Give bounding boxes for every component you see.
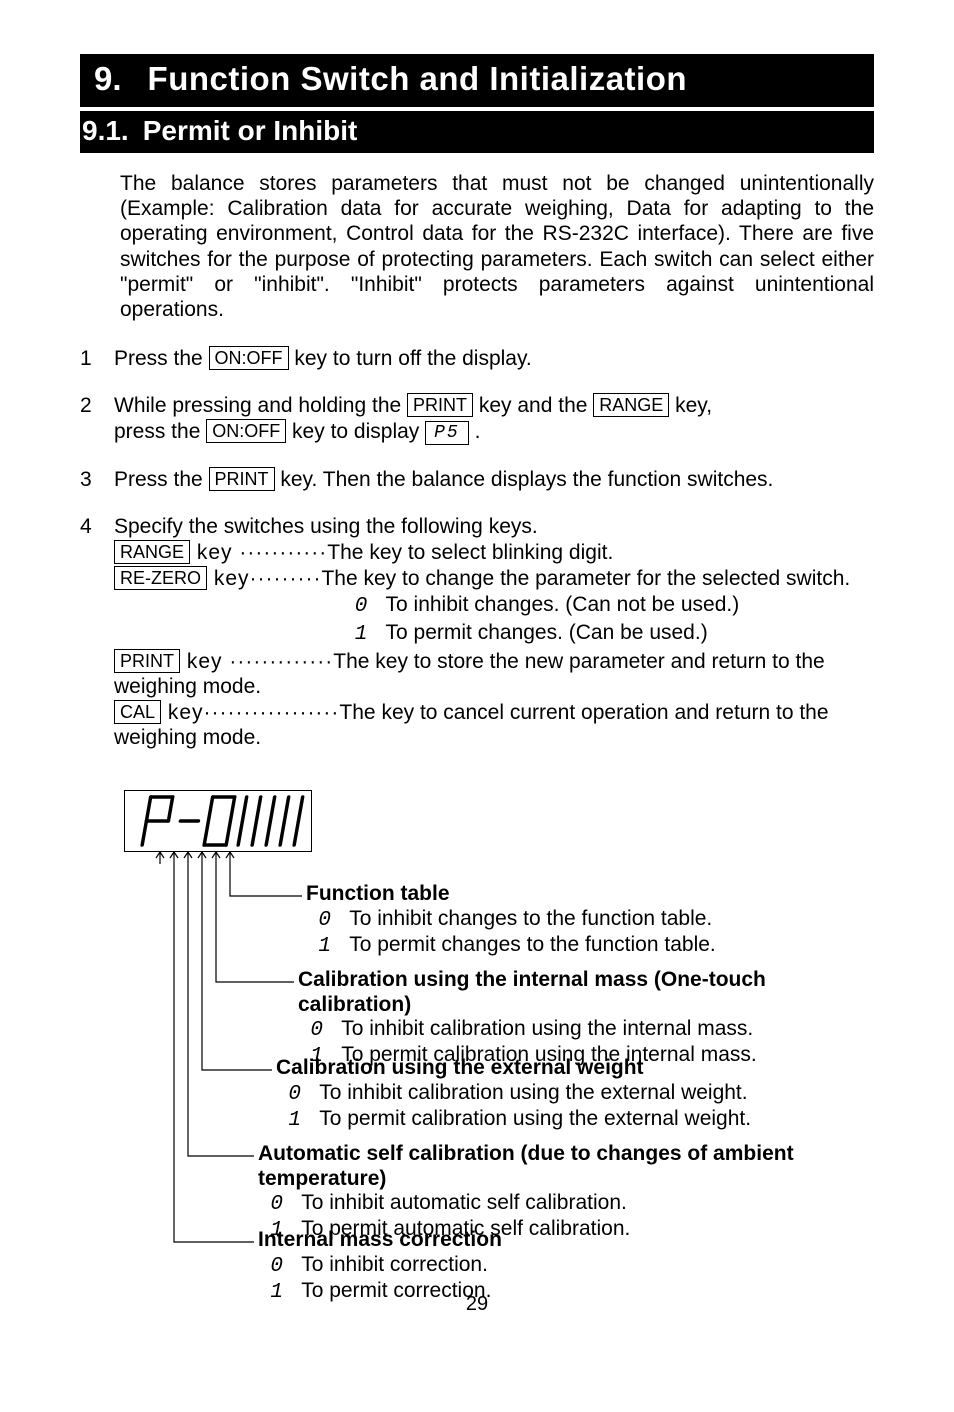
seg-zero: 0: [288, 1083, 302, 1107]
dots: key ···········: [190, 541, 327, 564]
step-number: 1: [80, 346, 94, 371]
seg-zero: 0: [318, 909, 332, 933]
seg-one: 1: [288, 1109, 302, 1133]
dots: key·················: [161, 701, 339, 724]
seg-zero: 0: [310, 1019, 324, 1043]
chapter-number: 9.: [94, 62, 122, 95]
tree-title: Function table: [306, 882, 716, 906]
tree-text: To permit calibration using the external…: [319, 1107, 751, 1130]
switch-tree: Function table 0 To inhibit changes to t…: [124, 852, 874, 1412]
seg-zero: 0: [270, 1193, 284, 1217]
section-title: Permit or Inhibit: [143, 117, 358, 145]
step-number: 3: [80, 467, 94, 492]
step-3: 3 Press the PRINT key. Then the balance …: [80, 467, 874, 492]
step-text: .: [469, 420, 481, 443]
tree-text: To inhibit calibration using the interna…: [341, 1017, 753, 1040]
tree-text: To inhibit changes to the function table…: [349, 907, 712, 930]
dots: key·········: [207, 567, 321, 590]
spec-text: The key to change the parameter for the …: [321, 567, 850, 590]
step-text: Specify the switches using the following…: [114, 514, 874, 539]
key-cal: CAL: [114, 700, 161, 724]
key-range: RANGE: [593, 393, 669, 417]
seg-one: 1: [318, 935, 332, 959]
step-text: press the: [114, 420, 206, 443]
tree-external-weight-cal: Calibration using the external weight 0 …: [276, 1056, 751, 1132]
seg-zero: 0: [354, 594, 368, 619]
key-range: RANGE: [114, 540, 190, 564]
seven-segment-display: [135, 795, 315, 851]
tree-title: Automatic self calibration (due to chang…: [258, 1142, 874, 1190]
section-number: 9.1.: [82, 117, 129, 145]
key-onoff: ON:OFF: [209, 346, 289, 370]
step-number: 2: [80, 393, 94, 418]
key-rezero: RE-ZERO: [114, 566, 207, 590]
chapter-title: Function Switch and Initialization: [148, 62, 688, 95]
tree-title: Internal mass correction: [258, 1228, 502, 1252]
step-1: 1 Press the ON:OFF key to turn off the d…: [80, 346, 874, 371]
tree-text: To permit changes to the function table.: [349, 933, 716, 956]
step-list: 1 Press the ON:OFF key to turn off the d…: [80, 346, 874, 750]
step-text: key to turn off the display.: [289, 347, 532, 370]
spec-text: To inhibit changes. (Can not be used.): [386, 593, 740, 616]
seg-one: 1: [354, 622, 368, 647]
seg-zero: 0: [270, 1255, 284, 1279]
step-text: key,: [669, 394, 712, 417]
tree-internal-mass-cal: Calibration using the internal mass (One…: [298, 968, 874, 1069]
display-panel: [124, 790, 312, 852]
key-print: PRINT: [407, 393, 473, 417]
dots: key ·············: [180, 650, 333, 673]
key-onoff: ON:OFF: [206, 419, 286, 443]
step-4: 4 Specify the switches using the followi…: [80, 514, 874, 751]
step-number: 4: [80, 514, 94, 539]
tree-title: Calibration using the internal mass (One…: [298, 968, 874, 1016]
spec-text: The key to select blinking digit.: [327, 541, 613, 564]
chapter-heading: 9. Function Switch and Initialization: [80, 54, 874, 107]
tree-title: Calibration using the external weight: [276, 1056, 751, 1080]
page-number: 29: [0, 1293, 954, 1316]
key-print: PRINT: [114, 649, 180, 673]
key-print: PRINT: [209, 467, 275, 491]
tree-function-table: Function table 0 To inhibit changes to t…: [306, 882, 716, 958]
section-heading: 9.1. Permit or Inhibit: [80, 111, 874, 153]
step-text: key. Then the balance displays the funct…: [275, 468, 774, 491]
step-2: 2 While pressing and holding the PRINT k…: [80, 393, 874, 444]
spec-text: To permit changes. (Can be used.): [386, 621, 708, 644]
tree-text: To inhibit correction.: [301, 1253, 488, 1276]
display-value-p5: P5: [425, 421, 469, 445]
tree-text: To inhibit automatic self calibration.: [301, 1191, 627, 1214]
step-text: Press the: [114, 347, 209, 370]
step-text: key to display: [286, 420, 425, 443]
step-text: While pressing and holding the: [114, 394, 407, 417]
intro-paragraph: The balance stores parameters that must …: [120, 171, 874, 322]
step-text: Press the: [114, 468, 209, 491]
tree-text: To inhibit calibration using the externa…: [319, 1081, 747, 1104]
step-text: key and the: [473, 394, 593, 417]
